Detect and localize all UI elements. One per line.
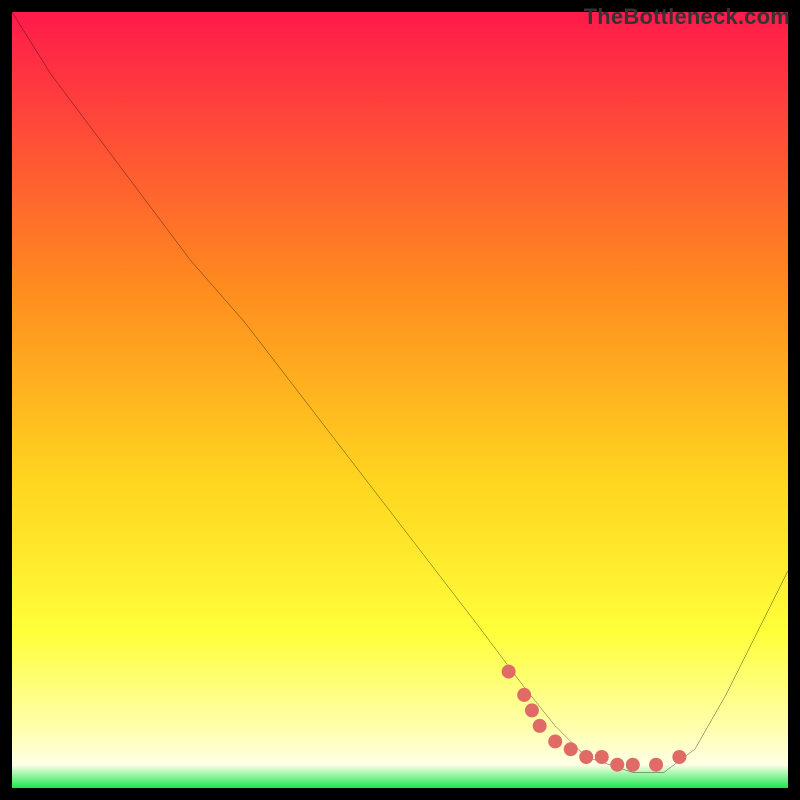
marker-dot [626, 758, 640, 772]
chart-background [12, 12, 788, 788]
marker-dot [672, 750, 686, 764]
marker-dot [517, 688, 531, 702]
marker-dot [548, 734, 562, 748]
marker-dot [525, 703, 539, 717]
marker-dot [564, 742, 578, 756]
chart-container: TheBottleneck.com [0, 0, 800, 800]
marker-dot [595, 750, 609, 764]
marker-dot [533, 719, 547, 733]
marker-dot [502, 665, 516, 679]
watermark-text: TheBottleneck.com [584, 4, 790, 30]
marker-dot [610, 758, 624, 772]
marker-dot [579, 750, 593, 764]
bottleneck-chart [12, 12, 788, 788]
marker-dot [649, 758, 663, 772]
